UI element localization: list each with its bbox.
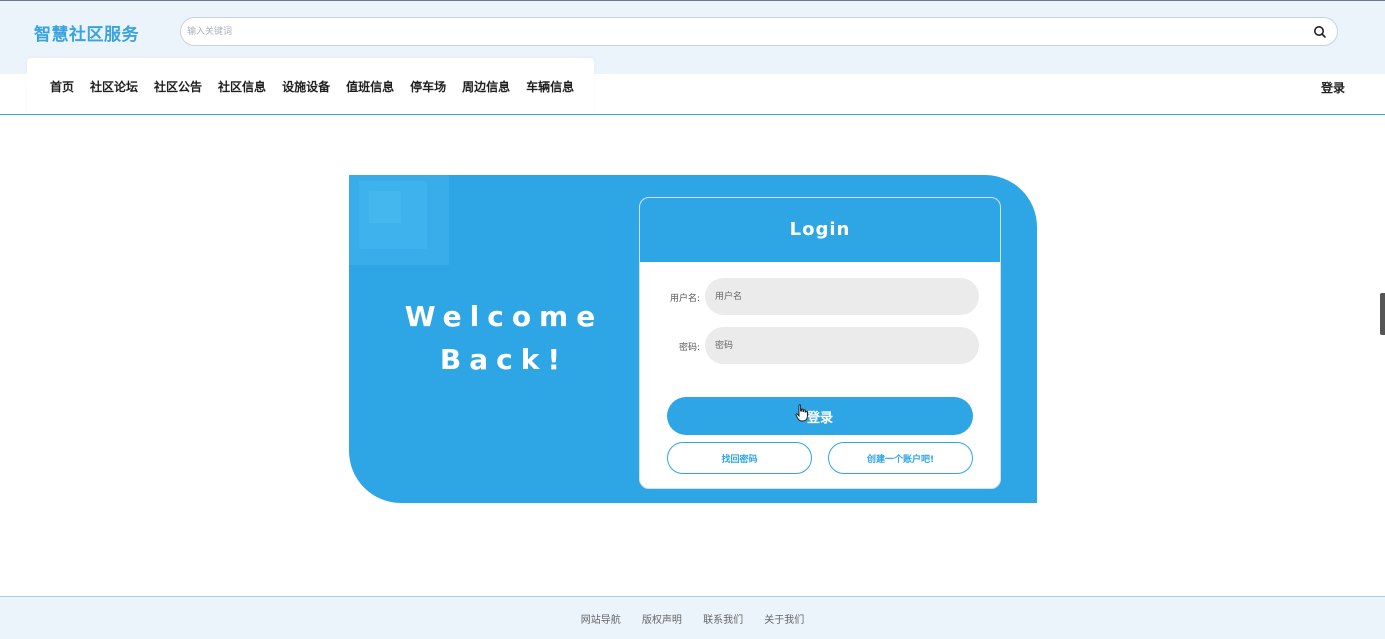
footer-links: 网站导航 版权声明 联系我们 关于我们: [0, 611, 1385, 626]
main-nav: 首页 社区论坛 社区公告 社区信息 设施设备 值班信息 停车场 周边信息 车辆信…: [50, 78, 590, 95]
search-input[interactable]: [187, 23, 1287, 41]
footer: 网站导航 版权声明 联系我们 关于我们: [0, 596, 1385, 639]
nav-item-forum[interactable]: 社区论坛: [90, 78, 138, 95]
nav-item-facilities[interactable]: 设施设备: [282, 78, 330, 95]
search-icon[interactable]: [1312, 24, 1328, 40]
footer-link-contact[interactable]: 联系我们: [703, 611, 743, 626]
forgot-password-button[interactable]: 找回密码: [667, 442, 812, 474]
site-logo[interactable]: 智慧社区服务: [34, 20, 139, 45]
nav-item-community-info[interactable]: 社区信息: [218, 78, 266, 95]
username-input[interactable]: [705, 278, 979, 315]
login-title: Login: [640, 198, 1000, 262]
scrollbar-handle[interactable]: [1380, 293, 1385, 335]
hand-cursor-icon: [795, 404, 808, 422]
register-button[interactable]: 创建一个账户吧!: [828, 442, 973, 474]
password-input[interactable]: [705, 327, 979, 364]
footer-link-about[interactable]: 关于我们: [764, 611, 804, 626]
username-label: 用户名:: [669, 294, 700, 304]
footer-link-site-nav[interactable]: 网站导航: [581, 611, 621, 626]
nav-item-home[interactable]: 首页: [50, 78, 74, 95]
nav-item-duty-info[interactable]: 值班信息: [346, 78, 394, 95]
login-submit-button[interactable]: 登录: [667, 397, 973, 435]
header-login-link[interactable]: 登录: [1321, 79, 1345, 96]
nav-item-vehicle-info[interactable]: 车辆信息: [526, 78, 574, 95]
welcome-line-2: Back!: [439, 343, 569, 376]
nav-item-nearby-info[interactable]: 周边信息: [462, 78, 510, 95]
footer-link-copyright[interactable]: 版权声明: [642, 611, 682, 626]
welcome-text: Welcome Back!: [389, 295, 619, 381]
search-box[interactable]: [180, 17, 1338, 46]
welcome-line-1: Welcome: [404, 300, 604, 333]
decorative-square: [369, 191, 401, 223]
password-label: 密码:: [678, 343, 700, 353]
login-form: Login 用户名: 密码: 登录 找回密码 创建一个账户吧!: [639, 197, 1001, 489]
nav-item-parking[interactable]: 停车场: [410, 78, 446, 95]
nav-item-announcements[interactable]: 社区公告: [154, 78, 202, 95]
